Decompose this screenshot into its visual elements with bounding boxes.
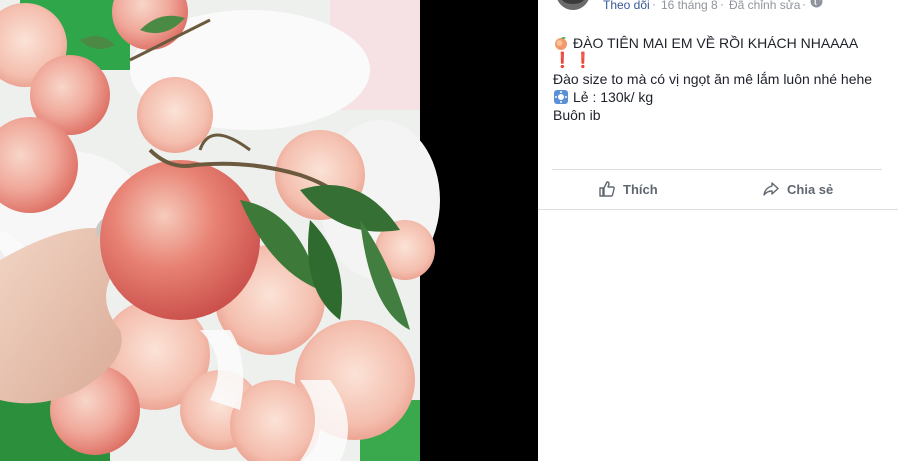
post-line-title: ĐÀO TIÊN MAI EM VỀ RỒI KHÁCH NHAAAA: [573, 35, 859, 51]
post-line-price: Lẻ : 130k/ kg: [573, 89, 654, 105]
separator-dot: ·: [720, 0, 724, 11]
peach-emoji-icon: [555, 37, 567, 50]
divider: [552, 169, 882, 170]
share-button[interactable]: Chia sẻ: [762, 176, 833, 202]
post-text: ĐÀO TIÊN MAI EM VỀ RỒI KHÁCH NHAAAA ❗❗ Đ…: [553, 34, 888, 124]
post-panel: Theo dõi · 16 tháng 8 · Đã chỉnh sửa · Đ…: [538, 0, 898, 461]
like-label: Thích: [623, 181, 658, 197]
globe-icon[interactable]: [810, 0, 823, 8]
peach-photo-image: [0, 0, 538, 461]
separator-dot: ·: [802, 0, 806, 11]
divider: [538, 209, 898, 210]
like-button[interactable]: Thích: [598, 176, 658, 202]
post-date[interactable]: 16 tháng 8: [661, 0, 718, 12]
follow-link[interactable]: Theo dõi: [603, 0, 650, 12]
exclamation-emoji-icon: ❗❗: [553, 52, 595, 69]
share-arrow-icon: [763, 182, 779, 196]
post-line-wholesale: Buôn ib: [553, 107, 601, 123]
post-photo[interactable]: [0, 0, 538, 461]
separator-dot: ·: [652, 0, 656, 11]
avatar[interactable]: [556, 0, 590, 10]
sparkle-emoji-icon: [554, 90, 568, 104]
edited-label[interactable]: Đã chỉnh sửa: [729, 0, 800, 12]
post-header: Theo dõi · 16 tháng 8 · Đã chỉnh sửa ·: [538, 0, 898, 14]
thumbs-up-icon: [599, 181, 615, 197]
share-label: Chia sẻ: [787, 181, 834, 197]
post-line-description: Đào size to mà có vị ngọt ăn mê lắm luôn…: [553, 71, 873, 87]
